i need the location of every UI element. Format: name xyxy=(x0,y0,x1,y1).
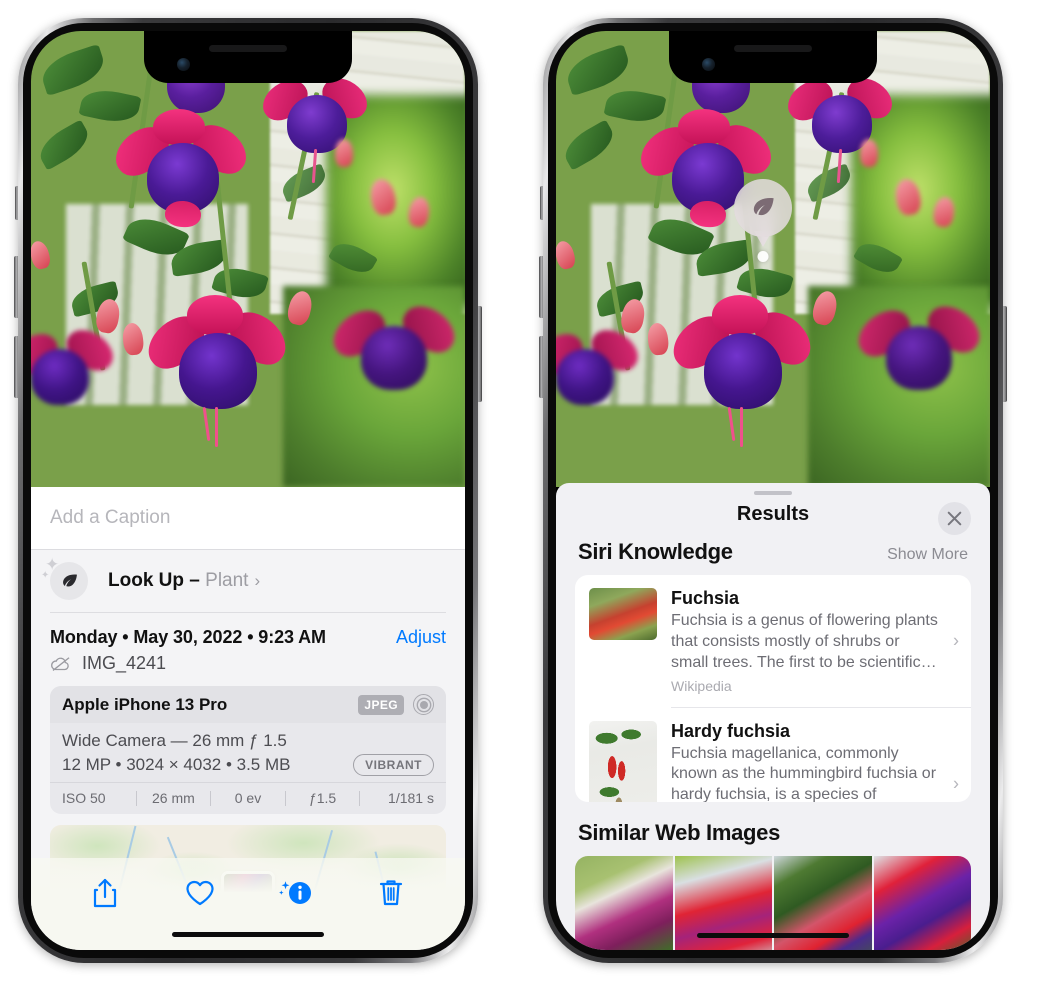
caption-field-row[interactable]: Add a Caption xyxy=(31,487,465,549)
photo-fuchsia-right[interactable] xyxy=(556,31,990,487)
show-more-button[interactable]: Show More xyxy=(887,546,968,564)
lens-info: Wide Camera — 26 mm ƒ 1.5 xyxy=(62,731,287,750)
favorite-button[interactable] xyxy=(153,872,249,914)
knowledge-item[interactable]: Hardy fuchsia Fuchsia magellanica, commo… xyxy=(575,708,971,802)
chevron-right-icon: › xyxy=(953,630,959,651)
look-up-badge: ✦ ✦ xyxy=(41,556,92,602)
siri-knowledge-header: Siri Knowledge Show More xyxy=(556,533,990,575)
home-indicator[interactable] xyxy=(697,933,849,938)
exif-focal: 26 mm xyxy=(151,790,195,806)
exif-shutter: 1/181 s xyxy=(388,790,434,806)
knowledge-thumbnail xyxy=(589,720,657,802)
web-image-1[interactable] xyxy=(575,855,673,950)
photo-flower xyxy=(106,109,256,237)
photo-toolbar xyxy=(31,858,465,950)
filename-label: IMG_4241 xyxy=(82,653,167,673)
size-info: 12 MP • 3024 × 4032 • 3.5 MB xyxy=(62,755,291,774)
knowledge-item[interactable]: Fuchsia Fuchsia is a genus of flowering … xyxy=(575,575,971,706)
knowledge-title: Hardy fuchsia xyxy=(671,720,791,741)
notch xyxy=(144,31,352,83)
similar-web-images-header: Similar Web Images xyxy=(556,802,990,856)
badge-anchor-dot xyxy=(757,251,769,262)
look-up-label: Look Up – Plant xyxy=(108,570,248,592)
look-up-title: Look Up xyxy=(108,570,184,591)
section-title: Siri Knowledge xyxy=(578,539,733,565)
filename-row: IMG_4241 xyxy=(31,650,465,686)
photo-bud xyxy=(860,139,878,167)
exif-ev: 0 ev xyxy=(234,790,262,806)
sparkle-icon: ✦ xyxy=(41,570,50,581)
front-camera xyxy=(177,58,190,71)
home-indicator[interactable] xyxy=(172,932,324,937)
photo-flower xyxy=(31,321,121,441)
chevron-right-icon: › xyxy=(254,571,261,590)
knowledge-thumbnail xyxy=(589,588,657,641)
notch xyxy=(669,31,877,83)
photo-flower xyxy=(780,70,900,184)
knowledge-source: Wikipedia xyxy=(671,677,732,694)
knowledge-title: Fuchsia xyxy=(671,588,740,609)
results-header: Results xyxy=(556,495,990,535)
knowledge-description: Fuchsia magellanica, commonly known as t… xyxy=(671,744,937,802)
photo-bud xyxy=(335,139,353,167)
photo-flower xyxy=(556,321,646,441)
photo-info-sheet: Add a Caption ✦ ✦ Look Up – Plant › Mond… xyxy=(31,487,465,950)
delete-button[interactable] xyxy=(344,872,440,914)
exif-card[interactable]: Apple iPhone 13 Pro JPEG Wide Camera — 2… xyxy=(50,686,446,814)
knowledge-description: Fuchsia is a genus of flowering plants t… xyxy=(671,612,938,671)
chevron-right-icon: › xyxy=(953,773,959,794)
results-title: Results xyxy=(736,502,810,525)
share-button[interactable] xyxy=(57,872,153,914)
phone-screen-right: Results Siri Knowledge Show More Fuchsia… xyxy=(556,31,990,950)
info-button[interactable] xyxy=(248,872,344,914)
earpiece-speaker xyxy=(209,45,287,52)
iphone-left: Add a Caption ✦ ✦ Look Up – Plant › Mond… xyxy=(14,18,482,963)
aperture-icon xyxy=(413,694,434,715)
screenshot-canvas: Add a Caption ✦ ✦ Look Up – Plant › Mond… xyxy=(0,0,1055,985)
leaf-icon xyxy=(50,562,88,600)
close-icon xyxy=(947,511,962,526)
caption-input[interactable]: Add a Caption xyxy=(50,507,170,529)
photo-flower xyxy=(255,70,375,184)
look-up-dash: – xyxy=(189,570,200,591)
look-up-row[interactable]: ✦ ✦ Look Up – Plant › xyxy=(31,550,465,612)
exif-iso: ISO 50 xyxy=(62,790,106,806)
phone-screen-left: Add a Caption ✦ ✦ Look Up – Plant › Mond… xyxy=(31,31,465,950)
look-up-subject: Plant xyxy=(205,570,249,591)
results-sheet: Results Siri Knowledge Show More Fuchsia… xyxy=(556,483,990,950)
photo-flower xyxy=(325,296,463,416)
photo-flower xyxy=(850,296,988,416)
cloud-slash-icon xyxy=(51,656,70,671)
photo-flower xyxy=(663,295,821,447)
siri-knowledge-card: Fuchsia Fuchsia is a genus of flowering … xyxy=(575,575,971,802)
leaf-icon[interactable] xyxy=(734,179,792,237)
exif-values-row: ISO 50 26 mm 0 ev ƒ1.5 1/181 s xyxy=(50,782,446,814)
photo-flower xyxy=(138,295,296,447)
iphone-right: Results Siri Knowledge Show More Fuchsia… xyxy=(539,18,1007,963)
web-image-4[interactable] xyxy=(873,855,971,950)
format-badge: JPEG xyxy=(358,694,404,715)
exif-card-body: Wide Camera — 26 mm ƒ 1.5 12 MP • 3024 ×… xyxy=(50,723,446,782)
front-camera xyxy=(702,58,715,71)
exif-aperture: ƒ1.5 xyxy=(308,790,337,806)
quality-badge: VIBRANT xyxy=(353,754,434,776)
close-button[interactable] xyxy=(938,501,971,535)
adjust-button[interactable]: Adjust xyxy=(396,627,446,648)
earpiece-speaker xyxy=(734,45,812,52)
capture-date: Monday • May 30, 2022 • 9:23 AM xyxy=(50,627,326,647)
capture-date-row: Monday • May 30, 2022 • 9:23 AM Adjust xyxy=(31,613,465,650)
visual-look-up-badge[interactable] xyxy=(734,179,792,262)
device-name: Apple iPhone 13 Pro xyxy=(62,694,228,714)
photo-fuchsia-left[interactable] xyxy=(31,31,465,487)
section-title: Similar Web Images xyxy=(578,819,781,845)
exif-card-header: Apple iPhone 13 Pro JPEG xyxy=(50,686,446,723)
